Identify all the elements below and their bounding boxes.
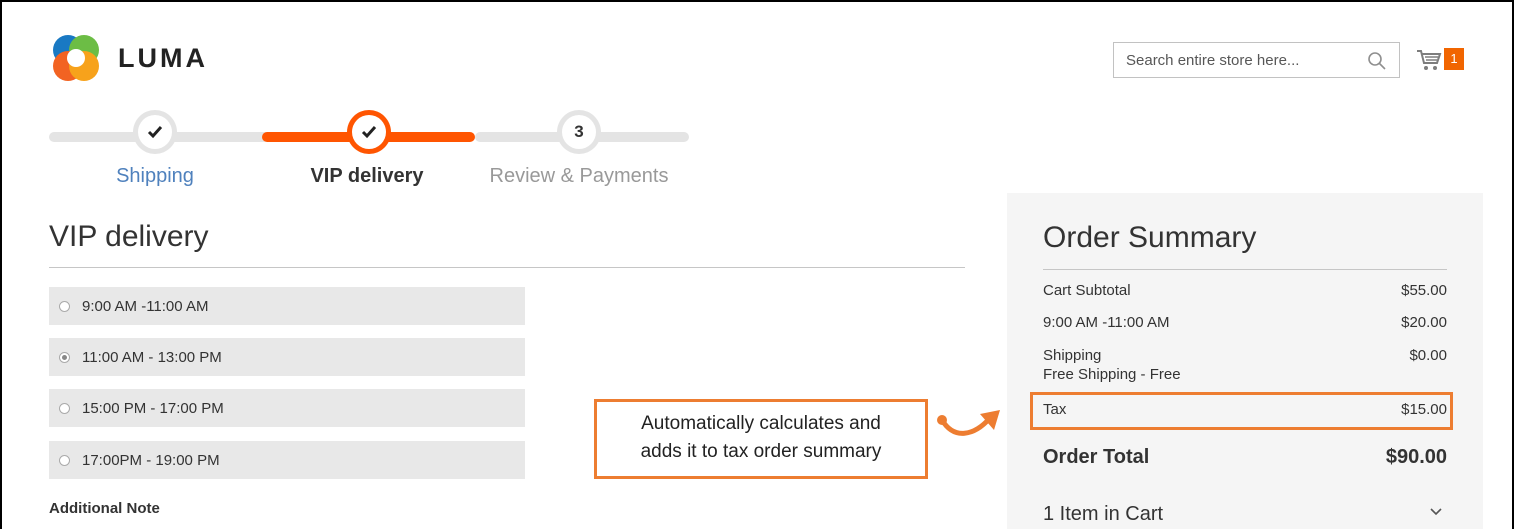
annotation-callout: Automatically calculates and adds it to … xyxy=(594,399,928,479)
additional-note-label: Additional Note xyxy=(49,500,160,517)
summary-row-value: $20.00 xyxy=(1401,314,1447,331)
summary-row-value: $0.00 xyxy=(1409,347,1447,364)
delivery-option-label: 17:00PM - 19:00 PM xyxy=(82,451,220,469)
search-icon[interactable] xyxy=(1367,51,1387,71)
summary-row-label: 9:00 AM -11:00 AM xyxy=(1043,314,1170,331)
shipping-method: Free Shipping - Free xyxy=(1043,366,1181,383)
order-total-row: Order Total $90.00 xyxy=(1043,446,1447,469)
cart-icon[interactable] xyxy=(1416,48,1442,72)
annotation-line: adds it to tax order summary xyxy=(640,441,882,462)
summary-divider xyxy=(1043,269,1447,270)
arrow-icon xyxy=(937,410,1000,436)
checkmark-icon xyxy=(147,126,163,139)
summary-row-shipping: Shipping Free Shipping - Free $0.00 xyxy=(1043,347,1447,383)
summary-row-label: Cart Subtotal xyxy=(1043,282,1131,299)
logo-text: LUMA xyxy=(118,42,208,73)
chevron-down-icon[interactable] xyxy=(1429,505,1443,519)
order-summary-title: Order Summary xyxy=(1043,221,1257,254)
step-number: 3 xyxy=(562,115,596,149)
step-label-review-payments: Review & Payments xyxy=(489,165,669,187)
summary-row-label: Shipping xyxy=(1043,347,1102,364)
annotation-line: Automatically calculates and xyxy=(641,413,881,434)
checkmark-icon xyxy=(361,126,377,139)
delivery-option[interactable]: 15:00 PM - 17:00 PM xyxy=(49,389,525,427)
order-summary-panel: Order Summary Cart Subtotal $55.00 9:00 … xyxy=(1007,193,1483,529)
items-in-cart-label: 1 Item in Cart xyxy=(1043,503,1164,525)
delivery-option[interactable]: 11:00 AM - 13:00 PM xyxy=(49,338,525,376)
step-vip-delivery-marker xyxy=(347,110,391,154)
radio-button-checked[interactable] xyxy=(59,351,70,363)
step-label-vip-delivery: VIP delivery xyxy=(310,165,424,187)
section-divider xyxy=(49,267,965,268)
cart-count-badge: 1 xyxy=(1444,48,1464,70)
summary-row-value: $55.00 xyxy=(1401,282,1447,299)
step-label-shipping[interactable]: Shipping xyxy=(45,165,265,188)
step-review-marker: 3 xyxy=(557,110,601,154)
delivery-option[interactable]: 17:00PM - 19:00 PM xyxy=(49,441,525,479)
tax-highlight-box xyxy=(1030,392,1453,430)
search-box[interactable] xyxy=(1113,42,1400,78)
items-in-cart-toggle[interactable]: 1 Item in Cart xyxy=(1043,503,1447,526)
summary-row-subtotal: Cart Subtotal $55.00 xyxy=(1043,282,1447,299)
delivery-option-label: 9:00 AM -11:00 AM xyxy=(82,297,209,315)
delivery-option[interactable]: 9:00 AM -11:00 AM xyxy=(49,287,525,325)
section-title: VIP delivery xyxy=(49,220,209,253)
luma-logo[interactable]: LUMA xyxy=(50,33,208,83)
summary-row-delivery-slot: 9:00 AM -11:00 AM $20.00 xyxy=(1043,314,1447,331)
delivery-option-label: 15:00 PM - 17:00 PM xyxy=(82,399,224,417)
minicart[interactable]: 1 xyxy=(1416,46,1476,74)
order-total-label: Order Total xyxy=(1043,446,1150,468)
luma-logo-icon xyxy=(50,33,102,83)
radio-button[interactable] xyxy=(59,300,70,312)
step-shipping-marker xyxy=(133,110,177,154)
order-total-value: $90.00 xyxy=(1385,446,1447,468)
radio-button[interactable] xyxy=(59,402,70,414)
radio-button[interactable] xyxy=(59,454,70,466)
search-input[interactable] xyxy=(1114,43,1354,77)
delivery-option-label: 11:00 AM - 13:00 PM xyxy=(82,348,222,366)
